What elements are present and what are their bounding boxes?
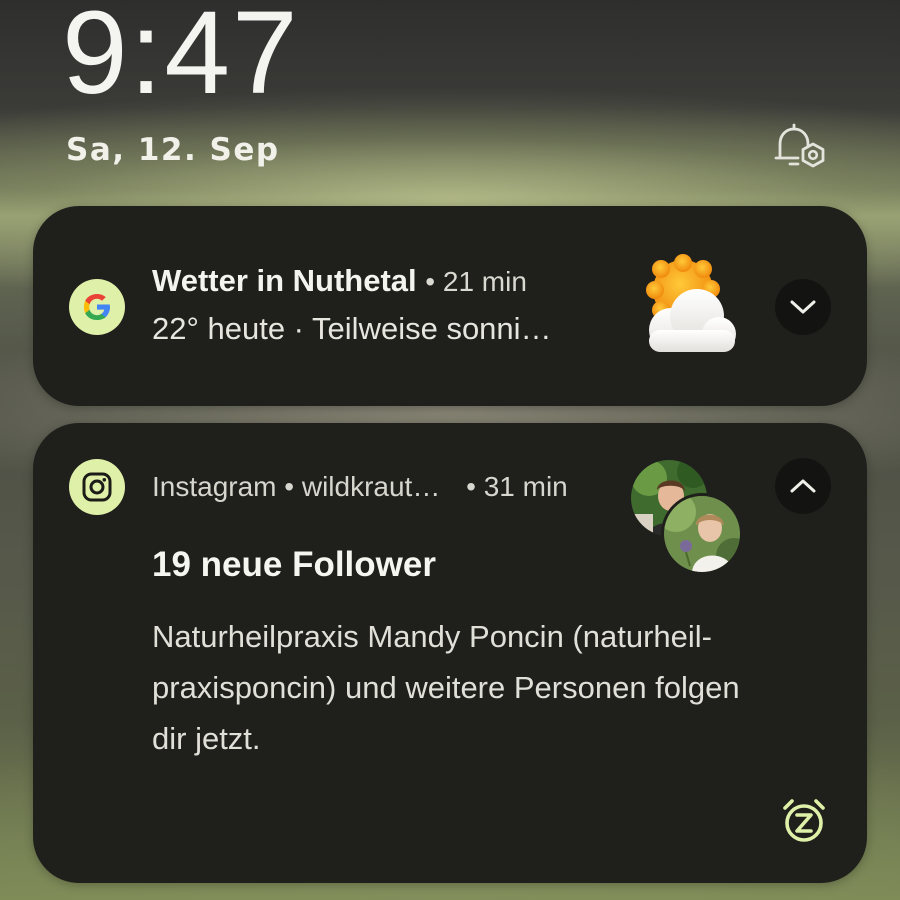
avatar bbox=[661, 493, 743, 575]
instagram-title: 19 neue Follower bbox=[152, 545, 436, 584]
snooze-alarm-icon[interactable] bbox=[779, 796, 829, 846]
chevron-down-icon bbox=[790, 300, 816, 314]
instagram-notification-header: Instagram • wildkraut… • 31 min bbox=[152, 471, 568, 503]
instagram-text-line: Naturheilpraxis Mandy Poncin (naturheil- bbox=[152, 619, 712, 654]
weather-notification-card[interactable]: Wetter in Nuthetal • 21 min 22° heute · … bbox=[33, 206, 867, 406]
google-g-icon bbox=[69, 279, 125, 335]
collapse-button[interactable] bbox=[775, 458, 831, 514]
notification-settings-icon[interactable] bbox=[772, 122, 828, 174]
instagram-text: Naturheilpraxis Mandy Poncin (naturheil-… bbox=[152, 611, 832, 764]
instagram-icon bbox=[69, 459, 125, 515]
weather-title: Wetter in Nuthetal bbox=[152, 263, 417, 298]
instagram-notification-card[interactable]: Instagram • wildkraut… • 31 min 19 neue … bbox=[33, 423, 867, 883]
lockscreen-clock: 9:47 bbox=[62, 0, 300, 119]
lockscreen-date: Sa, 12. Sep bbox=[66, 132, 280, 168]
weather-notification-header: Wetter in Nuthetal • 21 min bbox=[152, 263, 527, 299]
weather-time: • 21 min bbox=[425, 266, 527, 297]
instagram-time: • 31 min bbox=[466, 471, 568, 502]
instagram-text-line: dir jetzt. bbox=[152, 721, 261, 756]
instagram-text-line: praxisponcin) und weitere Personen folge… bbox=[152, 670, 740, 705]
partly-sunny-icon bbox=[631, 254, 743, 362]
chevron-up-icon bbox=[790, 479, 816, 493]
expand-button[interactable] bbox=[775, 279, 831, 335]
instagram-app-account: Instagram • wildkraut… bbox=[152, 471, 441, 502]
weather-text: 22° heute · Teilweise sonni… bbox=[152, 311, 552, 346]
